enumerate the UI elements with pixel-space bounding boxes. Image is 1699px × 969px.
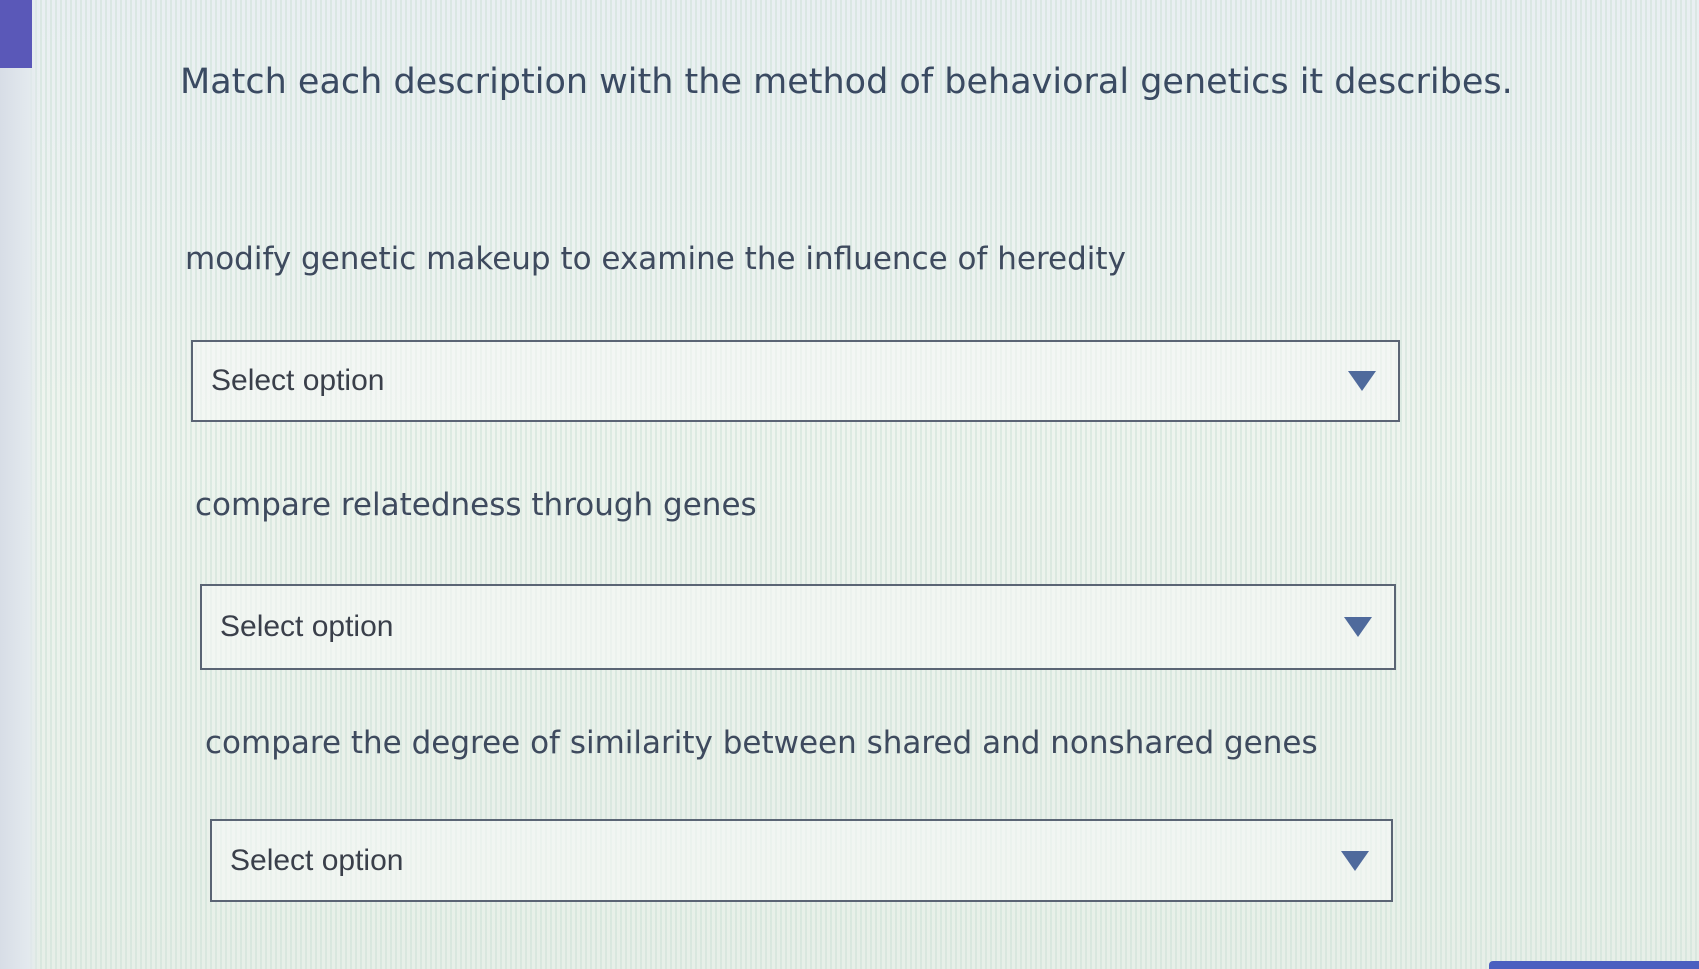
select-option-dropdown-3[interactable]: Select option	[210, 819, 1393, 902]
chevron-down-icon[interactable]	[1341, 850, 1369, 871]
item-description-2: compare relatedness through genes	[195, 487, 757, 523]
item-description-1: modify genetic makeup to examine the inf…	[185, 241, 1126, 277]
question-title: Match each description with the method o…	[180, 62, 1513, 102]
select-value-2: Select option	[220, 610, 394, 643]
chevron-down-icon[interactable]	[1348, 371, 1376, 391]
select-option-dropdown-2[interactable]: Select option	[200, 584, 1396, 670]
select-value-3: Select option	[230, 843, 404, 877]
select-value-1: Select option	[211, 364, 385, 397]
select-option-dropdown-1[interactable]: Select option	[191, 340, 1400, 422]
item-description-3: compare the degree of similarity between…	[205, 725, 1318, 761]
bottom-action-button[interactable]	[1489, 961, 1699, 969]
accent-bar	[0, 0, 32, 68]
chevron-down-icon[interactable]	[1344, 617, 1372, 637]
left-sidebar-strip	[0, 0, 40, 969]
